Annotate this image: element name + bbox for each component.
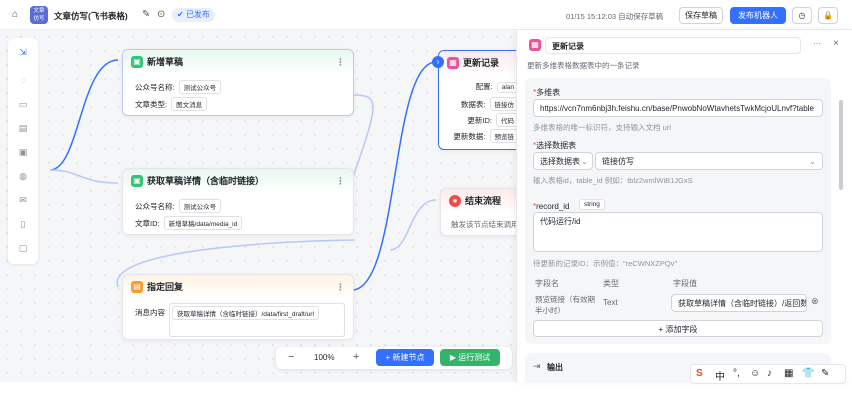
message-content-box[interactable]: 获取草稿详情（含临时链接）/data/first_draft/url	[169, 303, 345, 337]
skin-icon[interactable]: 👕	[802, 368, 814, 379]
zoom-level: 100%	[314, 353, 335, 362]
voice-icon[interactable]: ♪	[767, 368, 772, 379]
node-title: 获取草稿详情（含临时链接）	[147, 176, 265, 186]
node-name-input[interactable]: 更新记录	[545, 37, 801, 54]
node-title: 新增草稿	[147, 57, 184, 67]
close-icon[interactable]: ×	[833, 38, 839, 49]
table-icon: ▦	[447, 57, 459, 69]
node-reply[interactable]: ▤ 指定回复 ⋮ 消息内容 获取草稿详情（含临时链接）/data/first_d…	[122, 274, 354, 340]
record-id-label: record_id	[536, 202, 570, 211]
table-label: 选择数据表	[536, 141, 577, 150]
table-hint: 输入表格id，table_id 例如：tblz2wmlWiB1JGxS	[533, 176, 693, 185]
chinese-mode-icon[interactable]: 中	[715, 368, 725, 383]
wechat-icon: ▣	[131, 56, 143, 68]
run-test-button[interactable]: ▶ 运行测试	[440, 349, 500, 366]
field-value-input[interactable]: 获取草稿详情（含临时链接）/返回数	[671, 294, 807, 312]
stop-icon: ●	[449, 195, 461, 207]
node-title: 指定回复	[147, 282, 184, 292]
add-field-button[interactable]: + 添加字段	[533, 320, 823, 337]
node-end[interactable]: ● 结束流程 触发该节点结束调用	[440, 188, 524, 236]
more-icon[interactable]: ⋮	[336, 50, 345, 74]
col-type-header: 类型	[603, 279, 619, 288]
node-title: 结束流程	[465, 196, 502, 206]
edge	[49, 59, 119, 171]
type-badge: string	[579, 199, 605, 210]
chevron-down-icon: ⌄	[809, 157, 816, 166]
sheet-url-input[interactable]: https://vcn7nm6nbj3h.feishu.cn/base/Pnwo…	[533, 99, 823, 117]
table-select[interactable]: 链接仿写 ⌄	[595, 152, 823, 170]
zoom-toolbar: − 100% + + 新建节点 ▶ 运行测试	[276, 347, 512, 369]
input-port-icon[interactable]: ›	[432, 56, 444, 68]
sheet-label: 多维表	[536, 88, 561, 97]
emoji-icon[interactable]: ☺	[750, 368, 760, 379]
col-value-header: 字段值	[673, 279, 697, 288]
zoom-out-button[interactable]: −	[288, 351, 294, 363]
edge	[49, 169, 119, 184]
node-config-panel: ▦ 更新记录 ··· × 更新多维表格数据表中的一条记录 *多维表 https:…	[516, 30, 852, 382]
record-hint: 待更新的记录ID：示例值："reCWNXZPQv"	[533, 259, 678, 268]
remove-icon[interactable]: ⊗	[811, 296, 819, 307]
new-node-button[interactable]: + 新建节点	[376, 349, 434, 366]
field-type-cell: Text	[603, 298, 618, 307]
output-icon: ⇥	[533, 361, 541, 371]
node-update-record[interactable]: ▦ 更新记录 配置: alan 数据表: 链接仿 更新ID: 代码 更新数据: 预览链	[438, 50, 524, 150]
sheet-hint: 多维表格的唯一标识符，支持输入文档 url	[533, 123, 671, 132]
reply-icon: ▤	[131, 281, 143, 293]
col-name-header: 字段名	[535, 279, 559, 288]
node-add-draft[interactable]: ▣ 新增草稿 ⋮ 公众号名称: 测试公众号 文章类型: 图文消息	[122, 49, 354, 116]
keyboard-icon[interactable]: ▦	[784, 368, 793, 379]
edge	[389, 199, 437, 251]
more-icon[interactable]: ⋮	[336, 169, 345, 193]
panel-subtitle: 更新多维表格数据表中的一条记录	[527, 61, 640, 70]
field-name-cell: 预览链接（有效期半小时）	[535, 295, 595, 315]
node-title: 更新记录	[463, 58, 500, 68]
table-icon: ▦	[529, 39, 541, 51]
sogou-logo-icon[interactable]: S	[696, 368, 703, 379]
ime-toolbar: S 中 °, ☺ ♪ ▦ 👕 ✎	[690, 364, 846, 384]
panel-scrollbar[interactable]	[839, 100, 843, 190]
chevron-down-icon: ⌄	[581, 157, 588, 166]
more-icon[interactable]: ···	[813, 39, 821, 48]
node-get-draft[interactable]: ▣ 获取草稿详情（含临时链接） ⋮ 公众号名称: 测试公众号 文章ID: 新增草稿/…	[122, 168, 354, 235]
zoom-in-button[interactable]: +	[353, 351, 359, 363]
output-label[interactable]: 输出	[547, 362, 563, 373]
handwrite-icon[interactable]: ✎	[821, 368, 829, 379]
more-icon[interactable]: ⋮	[336, 275, 345, 299]
punctuation-icon[interactable]: °,	[733, 368, 740, 379]
record-id-input[interactable]: 代码运行/id	[533, 212, 823, 252]
table-mode-select[interactable]: 选择数据表 ⌄	[533, 152, 593, 170]
wechat-icon: ▣	[131, 175, 143, 187]
edge	[351, 94, 374, 181]
